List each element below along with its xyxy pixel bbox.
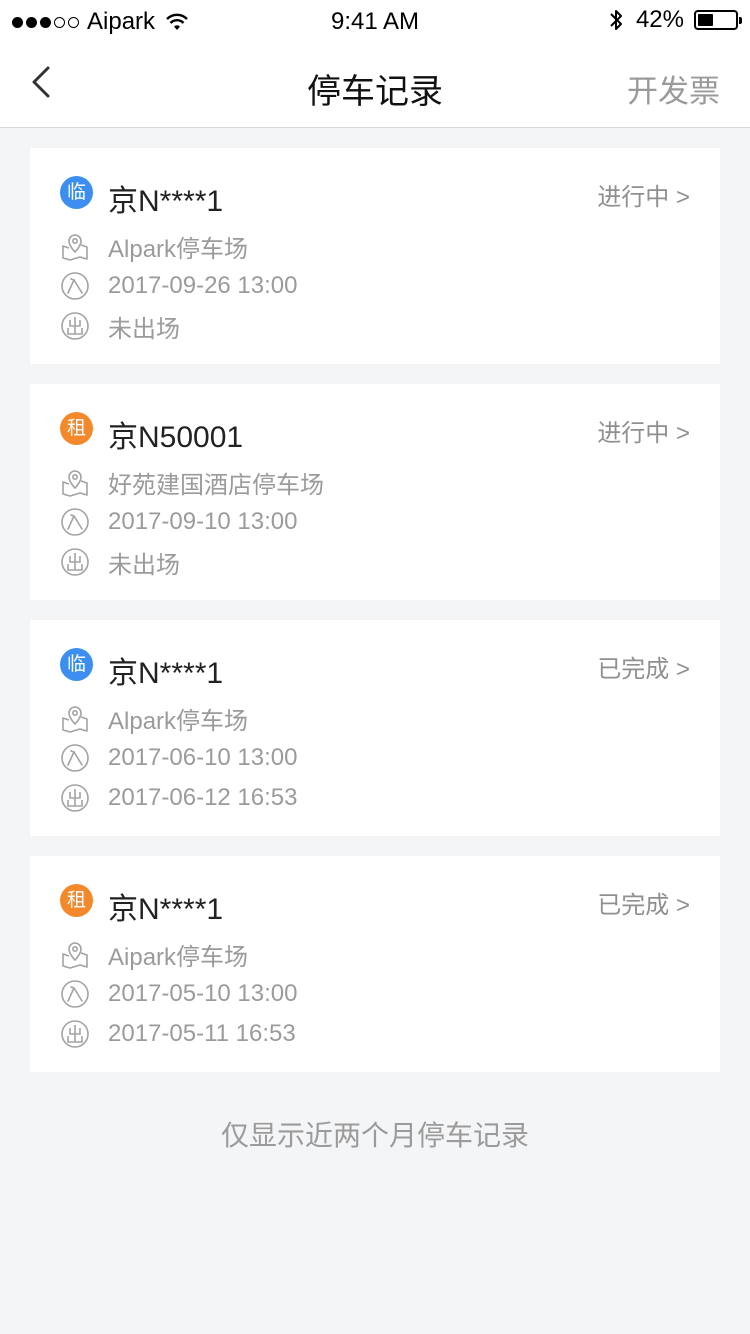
parking-record-card[interactable]: 租 京N****1 已完成 > Aipark停车场 2017-05-10 13:… [30, 856, 720, 1072]
type-badge: 租 [60, 412, 93, 445]
exit-icon [61, 784, 89, 812]
lot-name: Alpark停车场 [108, 707, 249, 735]
map-pin-icon [62, 942, 88, 969]
exit-row: 2017-05-11 16:53 [60, 1018, 296, 1050]
type-badge: 临 [60, 176, 93, 209]
nav-bar: 停车记录 开发票 [0, 40, 750, 128]
entry-row: 2017-05-10 13:00 [60, 978, 298, 1010]
exit-time: 未出场 [108, 315, 180, 343]
entry-icon [61, 980, 89, 1008]
lot-row: 好苑建国酒店停车场 [60, 466, 324, 499]
entry-time: 2017-09-26 13:00 [108, 272, 298, 299]
parking-record-card[interactable]: 租 京N50001 进行中 > 好苑建国酒店停车场 2017-09-10 13:… [30, 384, 720, 600]
exit-row: 2017-06-12 16:53 [60, 782, 298, 814]
entry-icon [61, 272, 89, 300]
status-bar: Aipark 9:41 AM 42% [0, 0, 750, 40]
bluetooth-icon [610, 10, 622, 30]
parking-record-list: 临 京N****1 进行中 > Alpark停车场 2017-09-26 13:… [30, 148, 720, 1092]
exit-icon [61, 1020, 89, 1048]
type-badge: 临 [60, 648, 93, 681]
entry-time: 2017-06-10 13:00 [108, 744, 298, 771]
battery-icon [694, 10, 742, 30]
entry-row: 2017-09-26 13:00 [60, 270, 298, 302]
lot-row: Alpark停车场 [60, 230, 249, 263]
entry-icon [61, 508, 89, 536]
map-pin-icon [62, 470, 88, 497]
record-status: 已完成 > [597, 656, 690, 683]
status-right: 42% [608, 6, 742, 34]
entry-row: 2017-09-10 13:00 [60, 506, 298, 538]
lot-name: 好苑建国酒店停车场 [108, 471, 324, 499]
entry-time: 2017-09-10 13:00 [108, 508, 298, 535]
record-status: 进行中 > [597, 420, 690, 447]
entry-icon [61, 744, 89, 772]
record-status: 已完成 > [597, 892, 690, 919]
exit-time: 2017-06-12 16:53 [108, 784, 298, 811]
exit-icon [61, 312, 89, 340]
battery-percent: 42% [635, 6, 684, 33]
map-pin-icon [62, 234, 88, 261]
lot-row: Aipark停车场 [60, 938, 249, 971]
plate-number: 京N****1 [108, 893, 224, 926]
plate-number: 京N50001 [108, 421, 244, 454]
plate-number: 京N****1 [108, 657, 224, 690]
exit-row: 未出场 [60, 310, 180, 343]
exit-row: 未出场 [60, 546, 180, 579]
lot-name: Aipark停车场 [108, 943, 249, 971]
exit-icon [61, 548, 89, 576]
parking-record-card[interactable]: 临 京N****1 已完成 > Alpark停车场 2017-06-10 13:… [30, 620, 720, 836]
entry-time: 2017-05-10 13:00 [108, 980, 298, 1007]
parking-record-card[interactable]: 临 京N****1 进行中 > Alpark停车场 2017-09-26 13:… [30, 148, 720, 364]
lot-row: Alpark停车场 [60, 702, 249, 735]
lot-name: Alpark停车场 [108, 235, 249, 263]
exit-time: 2017-05-11 16:53 [108, 1020, 296, 1047]
plate-number: 京N****1 [108, 185, 224, 218]
exit-time: 未出场 [108, 551, 180, 579]
battery-fill [698, 14, 714, 26]
entry-row: 2017-06-10 13:00 [60, 742, 298, 774]
type-badge: 租 [60, 884, 93, 917]
map-pin-icon [62, 706, 88, 733]
records-range-note: 仅显示近两个月停车记录 [220, 1120, 529, 1151]
invoice-button[interactable]: 开发票 [627, 66, 720, 111]
record-status: 进行中 > [597, 184, 690, 211]
